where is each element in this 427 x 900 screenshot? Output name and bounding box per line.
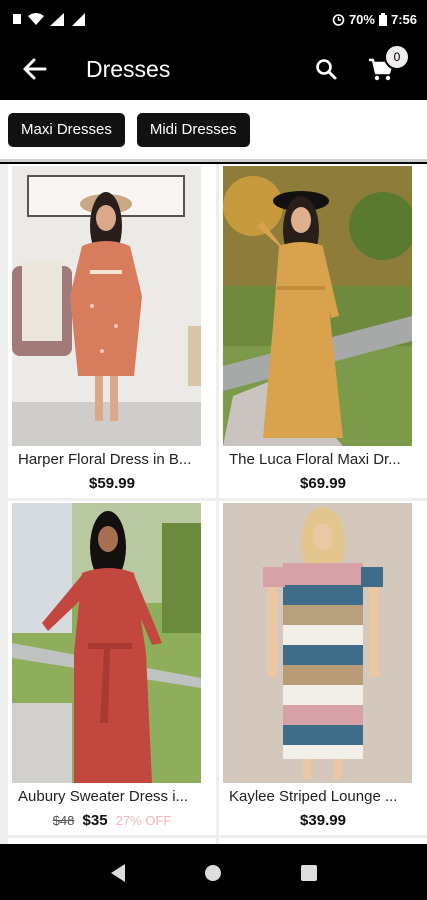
product-image[interactable] <box>12 166 201 446</box>
product-price: $69.99 <box>300 475 346 492</box>
page-title: Dresses <box>86 55 171 82</box>
nav-back-button[interactable] <box>98 853 138 893</box>
notification-icon <box>13 14 21 24</box>
product-grid: Harper Floral Dress in B... $59.99 The L… <box>0 164 427 844</box>
system-nav-bar <box>0 846 427 900</box>
product-card[interactable]: The Luca Floral Maxi Dr... $69.99 <box>219 164 427 498</box>
nav-home-button[interactable] <box>193 853 233 893</box>
price-row: $59.99 <box>8 475 216 492</box>
search-button[interactable] <box>306 47 346 91</box>
original-price: $48 <box>52 813 75 828</box>
battery-percent: 70% <box>348 11 375 27</box>
price-row: $69.99 <box>219 475 427 492</box>
app-bar: Dresses 0 <box>0 38 427 100</box>
status-icons-right: 70% 7:56 <box>332 12 417 27</box>
chip-maxi-dresses[interactable]: Maxi Dresses <box>8 112 125 147</box>
status-icons-left <box>12 12 86 26</box>
product-card[interactable]: Harper Floral Dress in B... $59.99 <box>8 164 216 498</box>
status-bar: 70% 7:56 <box>0 0 427 38</box>
product-photo-sweater-dress <box>12 503 201 783</box>
product-photo-maxi-dress <box>223 166 412 446</box>
product-photo-floral-dress <box>12 166 201 446</box>
cart-count-badge: 0 <box>384 44 410 70</box>
square-recents-icon <box>301 865 318 881</box>
nav-recents-button[interactable] <box>289 853 329 893</box>
product-card-peek[interactable] <box>219 838 427 844</box>
product-image[interactable] <box>12 503 201 783</box>
product-photo-striped-dress <box>223 503 412 783</box>
product-name[interactable]: The Luca Floral Maxi Dr... <box>229 451 425 468</box>
product-price: $35 <box>82 812 108 829</box>
product-price: $59.99 <box>89 475 135 492</box>
discount-badge: 27% OFF <box>115 813 172 828</box>
battery-icon <box>378 12 387 26</box>
product-image[interactable] <box>223 503 412 783</box>
search-icon <box>316 59 337 80</box>
cart-button[interactable]: 0 <box>360 44 412 94</box>
arrow-left-icon <box>23 58 47 80</box>
price-row: $48 $35 27% OFF <box>8 812 216 829</box>
price-row: $39.99 <box>219 812 427 829</box>
product-name[interactable]: Kaylee Striped Lounge ... <box>229 788 425 805</box>
product-image[interactable] <box>223 166 412 446</box>
striped-dress-shape <box>283 563 363 759</box>
product-card[interactable]: Aubury Sweater Dress i... $48 $35 27% OF… <box>8 501 216 835</box>
product-price: $39.99 <box>300 812 346 829</box>
triangle-back-icon <box>110 864 125 882</box>
circle-home-icon <box>205 865 222 881</box>
category-chip-row: Maxi Dresses Midi Dresses <box>0 100 427 162</box>
back-button[interactable] <box>12 47 56 91</box>
alarm-icon <box>332 13 345 26</box>
product-card-peek[interactable] <box>8 838 216 844</box>
product-name[interactable]: Aubury Sweater Dress i... <box>18 788 214 805</box>
wifi-icon <box>28 12 44 25</box>
product-card[interactable]: Kaylee Striped Lounge ... $39.99 <box>219 501 427 835</box>
signal-icon <box>50 12 64 26</box>
chip-midi-dresses[interactable]: Midi Dresses <box>136 112 250 147</box>
signal-icon-2 <box>72 12 85 26</box>
product-name[interactable]: Harper Floral Dress in B... <box>18 451 214 468</box>
clock: 7:56 <box>390 11 417 27</box>
